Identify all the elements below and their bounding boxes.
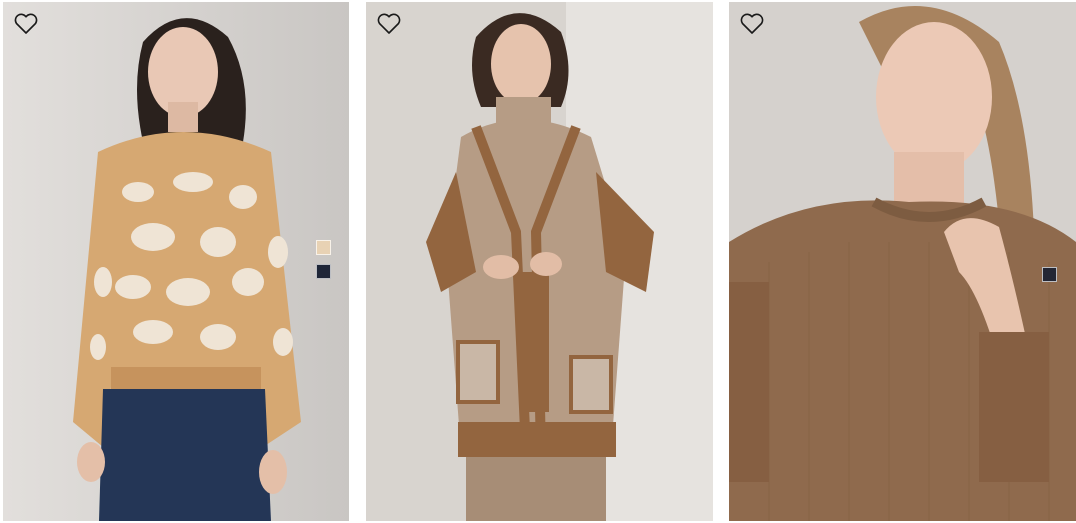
color-swatch-cream[interactable] (316, 240, 331, 255)
heart-outline-icon[interactable] (376, 12, 402, 36)
product-image[interactable] (729, 2, 1076, 521)
product-grid (0, 0, 1076, 523)
heart-outline-icon[interactable] (739, 12, 765, 36)
color-swatch-navy[interactable] (316, 264, 331, 279)
color-swatches (316, 240, 331, 279)
heart-outline-icon[interactable] (13, 12, 39, 36)
product-card-leopard-sweater[interactable] (3, 2, 349, 521)
color-swatches (1042, 267, 1057, 282)
color-swatch-navy[interactable] (1042, 267, 1057, 282)
product-card-hooded-cardigan[interactable] (366, 2, 713, 521)
product-image[interactable] (366, 2, 713, 521)
product-image[interactable] (3, 2, 349, 521)
product-card-knit-sweater[interactable] (729, 2, 1076, 521)
